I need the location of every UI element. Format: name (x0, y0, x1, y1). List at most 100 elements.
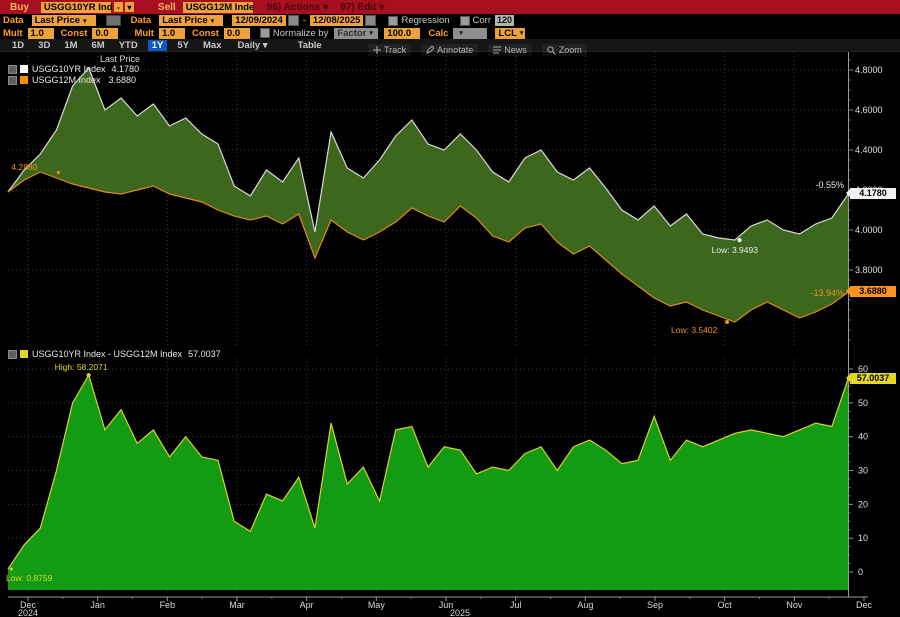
range-tab-max[interactable]: Max (199, 40, 225, 51)
annotation-dot (725, 319, 730, 324)
regression-label: Regression (401, 15, 450, 26)
legend-handle-icon[interactable] (8, 64, 17, 74)
corr-window-input[interactable]: 120 (495, 15, 515, 26)
range-tab-1y[interactable]: 1Y (147, 39, 168, 51)
pct-change-10yr: -0.55% (815, 180, 844, 191)
usgg12m-legend-label: USGG12M Index (32, 75, 101, 85)
date-to-input[interactable]: 12/08/2025 (309, 15, 364, 26)
legend-row-spread[interactable]: USGG10YR Index - USGG12M Index 57.0037 (8, 349, 221, 359)
edit-menu[interactable]: 97) Edit (340, 2, 376, 13)
buy-label: Buy (10, 1, 29, 13)
data-settings-row: Data Last Price ▾ Data Last Price ▾ 12/09/… (0, 14, 900, 27)
annotation-dot (737, 238, 742, 243)
caret-down-icon: ▾ (369, 30, 373, 37)
last-price-marker-spread: 57.0037 (846, 373, 896, 385)
legend-handle-icon[interactable] (8, 75, 17, 85)
lcl-select[interactable]: LCL ▾ (495, 27, 526, 39)
mult1-input[interactable]: 1.0 (27, 27, 54, 39)
spread-last-value: 57.0037 (188, 349, 221, 359)
x-tick-label: Apr (300, 600, 314, 610)
x-tick-label: Sep (647, 600, 663, 610)
const1-input[interactable]: 0.0 (92, 27, 119, 39)
range-tab-3d[interactable]: 3D (34, 40, 54, 51)
legend-handle-icon[interactable] (8, 349, 17, 359)
usgg12m-last-value: 3.6880 (108, 75, 137, 85)
annotation-dot (9, 567, 13, 571)
spread-band-area (8, 68, 848, 322)
calendar-icon[interactable] (365, 15, 377, 26)
x-tick-label: Mar (229, 600, 245, 610)
bottom-panel-legend: USGG10YR Index - USGG12M Index 57.0037 (8, 349, 221, 360)
data2-label: Data (130, 15, 152, 26)
annotation-dot (56, 170, 61, 174)
y-tick-label: 20 (858, 499, 868, 509)
minus-button[interactable]: - (113, 2, 123, 12)
caret-down-icon: ▾ (519, 30, 524, 37)
legend-title: Last Price (100, 54, 141, 64)
usgg10yr-last-value: 4.1780 (111, 64, 140, 74)
top-panel-legend: Last Price USGG10YR Index 4.1780 USGG12M… (8, 54, 140, 86)
y-tick-label: 30 (858, 466, 868, 476)
annotate-button[interactable]: Annotate (421, 44, 479, 56)
x-tick-label: Jul (510, 600, 522, 610)
caret-down-icon: ▾ (459, 30, 463, 37)
range-tab-1m[interactable]: 1M (60, 40, 81, 51)
annotation-10yr-low: Low: 3.9493 (711, 245, 758, 256)
factor-amount-input[interactable]: 100.0 (384, 27, 421, 39)
y-tick-label: 10 (858, 533, 868, 543)
corr-checkbox[interactable] (459, 15, 470, 26)
legend-row-usgg12m[interactable]: USGG12M Index 3.6880 (8, 75, 140, 85)
buy-security-input[interactable]: USGG10YR Ind (40, 1, 113, 13)
normalize-checkbox[interactable] (259, 28, 270, 38)
zoom-magnifier-icon (547, 45, 556, 55)
link-icon[interactable] (105, 15, 121, 26)
data2-select[interactable]: Last Price ▾ (159, 15, 224, 26)
data1-label: Data (3, 15, 24, 26)
const1-label: Const (60, 27, 88, 39)
factor-select[interactable]: Factor ▾ (334, 27, 379, 39)
table-button[interactable]: Table (294, 40, 326, 51)
annotation-12m-low: Low: 3.5402 (671, 324, 718, 335)
range-tabs: 1D 3D 1M 6M YTD 1Y 5Y Max (8, 39, 225, 51)
y-tick-label: 50 (858, 398, 868, 408)
range-tab-1d[interactable]: 1D (8, 40, 28, 51)
range-tab-6m[interactable]: 6M (88, 40, 109, 51)
annotate-pencil-icon (426, 46, 435, 54)
track-button[interactable]: Track (368, 44, 412, 56)
chart-canvas[interactable]: 4.80004.60004.40004.20004.00003.80006050… (0, 0, 900, 617)
caret-down-icon: ▾ (210, 17, 215, 25)
date-from-input[interactable]: 12/09/2024 (232, 15, 286, 26)
regression-checkbox[interactable] (388, 15, 399, 26)
y-tick-label: 4.8000 (855, 65, 883, 75)
track-crosshair-icon (373, 46, 381, 54)
range-tab-ytd[interactable]: YTD (115, 40, 142, 51)
calc-label: Calc (428, 27, 449, 39)
const2-input[interactable]: 0.0 (223, 27, 250, 39)
data1-select[interactable]: Last Price ▾ (31, 15, 96, 26)
x-tick-label: Dec (856, 600, 873, 610)
last-price-marker-10yr: 4.1780 (846, 188, 896, 200)
spread-legend-label: USGG10YR Index - USGG12M Index (32, 349, 183, 359)
bloomberg-terminal-chart: { "toolbar": { "buy_label": "Buy", "buy_… (0, 0, 900, 617)
x-tick-label: Feb (160, 600, 176, 610)
frequency-select[interactable]: Daily ▾ (233, 40, 271, 51)
mult1-label: Mult (3, 27, 23, 39)
annotation-spread-low: Low: 0.8759 (6, 573, 53, 583)
zoom-button[interactable]: Zoom (541, 44, 587, 56)
x-tick-label: Oct (718, 600, 733, 610)
news-lines-icon (493, 46, 502, 54)
calc-select[interactable]: ▾ (453, 27, 488, 39)
actions-menu[interactable]: 96) Actions (267, 2, 321, 13)
sell-security-input[interactable]: USGG12M Inde (182, 1, 254, 13)
last-price-marker-12m: 3.6880 (846, 286, 896, 298)
sell-label: Sell (157, 1, 176, 13)
mult-const-row: Mult 1.0 Const 0.0 Mult 1.0 Const 0.0 No… (0, 27, 900, 39)
mult2-label: Mult (134, 27, 154, 39)
range-tab-5y[interactable]: 5Y (173, 40, 193, 51)
calendar-icon[interactable] (287, 15, 299, 26)
buy-dropdown-icon[interactable]: ▾ (124, 2, 134, 12)
marker-notch (846, 287, 850, 296)
mult2-input[interactable]: 1.0 (158, 27, 185, 39)
news-button[interactable]: News (488, 44, 532, 56)
legend-row-usgg10yr[interactable]: USGG10YR Index 4.1780 (8, 64, 140, 74)
